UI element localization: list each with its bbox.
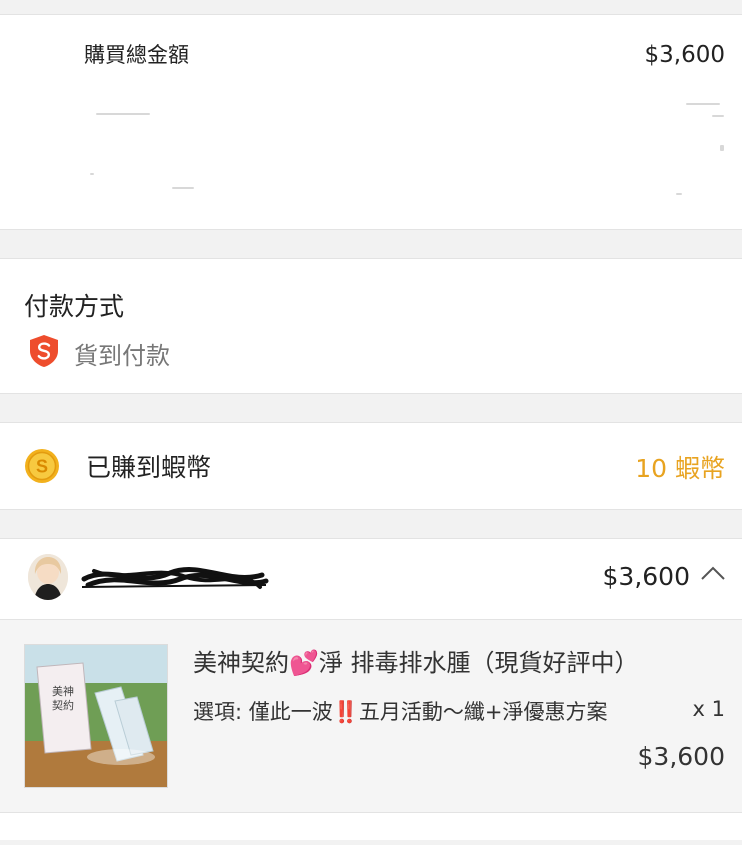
svg-text:美神: 美神	[52, 684, 74, 698]
payment-method-row: 貨到付款	[28, 334, 170, 372]
bottom-area	[0, 813, 742, 840]
order-total-card: 購買總金額 $3,600	[0, 15, 742, 230]
shop-avatar[interactable]	[28, 554, 68, 600]
payment-method-card[interactable]: 付款方式 貨到付款	[0, 258, 742, 394]
total-label: 購買總金額	[84, 43, 189, 67]
redaction-mark	[686, 103, 720, 105]
redaction-mark	[676, 193, 682, 195]
redaction-mark	[720, 145, 724, 151]
product-thumbnail[interactable]: 美神 契約	[24, 644, 168, 788]
redaction-mark	[90, 173, 94, 175]
product-title[interactable]: 美神契約💕淨 排毒排水腫（現貨好評中）	[193, 643, 639, 678]
product-quantity: x 1	[692, 697, 725, 721]
coins-earned-value: 10 蝦幣	[635, 454, 725, 483]
shop-header[interactable]: $3,600	[0, 538, 742, 619]
redaction-mark	[172, 187, 194, 189]
product-option: 選項: 僅此一波‼️五月活動～纖+淨優惠方案	[193, 700, 608, 724]
top-strip	[0, 0, 742, 15]
coin-icon: S	[24, 448, 60, 488]
shopee-s-shield-icon	[28, 334, 60, 372]
svg-text:契約: 契約	[52, 698, 74, 712]
chevron-up-icon[interactable]	[700, 565, 726, 585]
coins-earned-label: 已賺到蝦幣	[86, 453, 212, 482]
shop-total: $3,600	[602, 562, 690, 591]
payment-method-title: 付款方式	[24, 292, 125, 321]
svg-text:S: S	[36, 457, 48, 477]
total-value: $3,600	[644, 42, 725, 68]
payment-method-value: 貨到付款	[74, 341, 170, 370]
redaction-mark	[96, 113, 150, 115]
product-item[interactable]: 美神 契約 美神契約💕淨 排毒排水腫（現貨好評中） 選項: 僅此一波‼️五月活動…	[0, 619, 742, 813]
product-price: $3,600	[637, 742, 725, 771]
coins-earned-card[interactable]: S 已賺到蝦幣 10 蝦幣	[0, 422, 742, 510]
redacted-shop-name	[81, 567, 269, 589]
redaction-mark	[712, 115, 724, 117]
